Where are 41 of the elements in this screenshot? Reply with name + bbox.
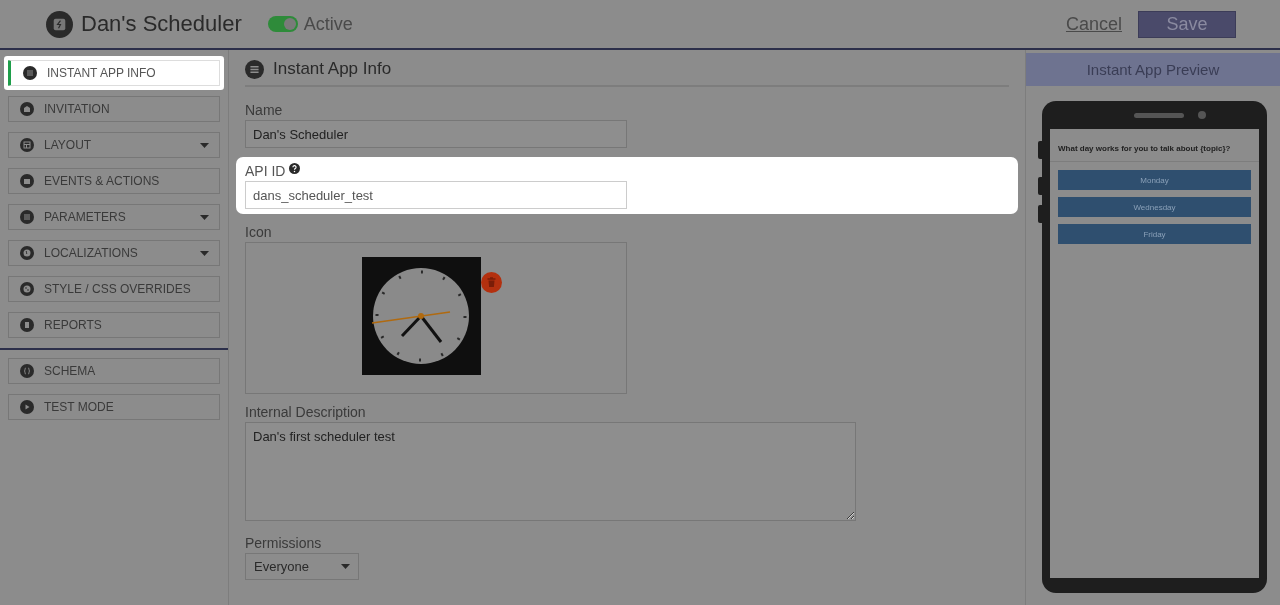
- caret-icon: [200, 250, 209, 256]
- permissions-dropdown[interactable]: Everyone: [245, 553, 359, 580]
- sidebar-item[interactable]: STYLE / CSS OVERRIDES: [8, 276, 220, 302]
- caret-icon: [200, 142, 209, 148]
- layout-icon: [20, 138, 34, 152]
- text-field[interactable]: Dan's Scheduler: [245, 120, 627, 148]
- section-heading: Instant App Info: [273, 59, 392, 79]
- preview-question: What day works for you to talk about {topic}?: [1050, 129, 1259, 162]
- help-icon[interactable]: [289, 162, 301, 174]
- field-label: Icon: [245, 224, 272, 240]
- caret-icon: [200, 214, 209, 220]
- play-icon: [20, 400, 34, 414]
- save-button[interactable]: Save: [1138, 10, 1236, 38]
- status-label: Active: [303, 13, 353, 35]
- option-button[interactable]: Wednesday: [1058, 197, 1251, 217]
- text-field[interactable]: dans_scheduler_test: [245, 181, 627, 209]
- sidebar-item[interactable]: REPORTS: [8, 312, 220, 338]
- sidebar-item[interactable]: INVITATION: [8, 96, 220, 122]
- sidebar-item[interactable]: SCHEMA: [8, 358, 220, 384]
- trash-icon[interactable]: [481, 272, 502, 293]
- option-button[interactable]: Monday: [1058, 170, 1251, 190]
- sidebar-item[interactable]: PARAMETERS: [8, 204, 220, 230]
- active-toggle[interactable]: [267, 16, 298, 32]
- option-button[interactable]: Friday: [1058, 224, 1251, 244]
- app-logo-icon: [46, 10, 73, 38]
- sidebar-item[interactable]: LAYOUT: [8, 132, 220, 158]
- app-title: Dan's Scheduler: [81, 11, 242, 37]
- sidebar-item[interactable]: LOCALIZATIONS: [8, 240, 220, 266]
- cancel-link[interactable]: Cancel: [1065, 13, 1122, 35]
- description-field[interactable]: Dan's first scheduler test: [245, 422, 856, 521]
- field-label: API ID: [245, 163, 286, 179]
- field-label: Internal Description: [245, 404, 366, 420]
- phone-camera: [1198, 111, 1206, 119]
- sidebar-item[interactable]: TEST MODE: [8, 394, 220, 420]
- phone-speaker: [1134, 113, 1184, 118]
- field-label: Name: [245, 102, 283, 118]
- braces-icon: [20, 364, 34, 378]
- field-label: Permissions: [245, 535, 322, 551]
- caret-icon: [341, 564, 350, 569]
- preview-title: Instant App Preview: [1026, 53, 1280, 86]
- sidebar-item[interactable]: EVENTS & ACTIONS: [8, 168, 220, 194]
